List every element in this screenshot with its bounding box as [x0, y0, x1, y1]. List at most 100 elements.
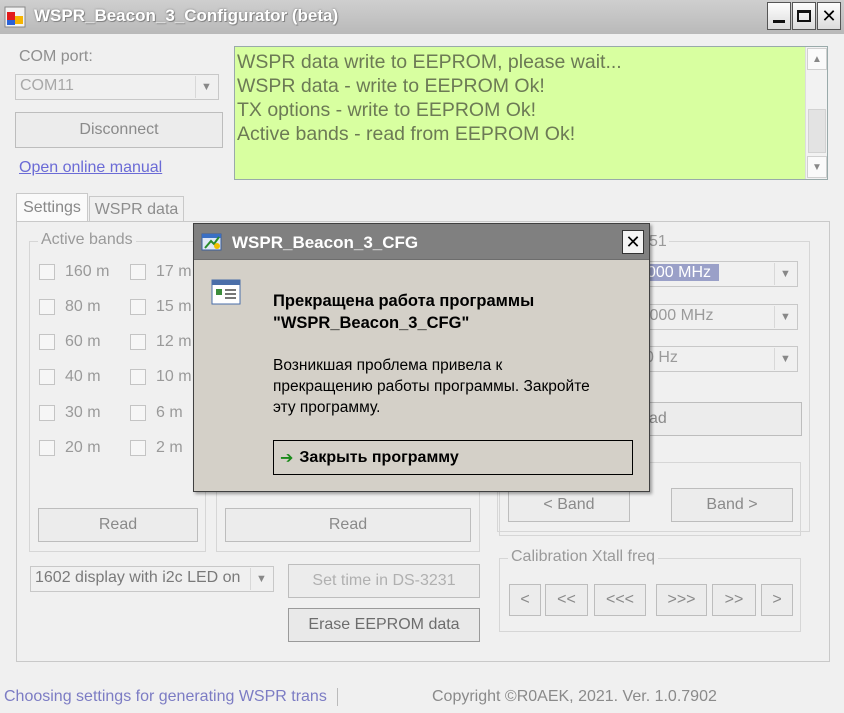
- calibration-step-button[interactable]: <<: [545, 584, 588, 616]
- band-checkbox[interactable]: [39, 440, 55, 456]
- com-port-value: COM11: [20, 77, 74, 94]
- disconnect-label: Disconnect: [79, 121, 159, 138]
- dialog-title-bar: WSPR_Beacon_3_CFG ✕: [194, 224, 649, 260]
- title-bar: WSPR_Beacon_3_Configurator (beta) ✕: [0, 0, 844, 34]
- scroll-down-icon[interactable]: ▼: [807, 156, 827, 178]
- band-label: 30 m: [65, 404, 101, 421]
- minimize-icon: [773, 19, 785, 23]
- tab-settings[interactable]: Settings: [16, 193, 88, 222]
- band-label: 20 m: [65, 439, 101, 456]
- window-icon: [211, 279, 241, 305]
- calibration-step-button[interactable]: >: [761, 584, 793, 616]
- arrow-right-icon: ➔: [280, 449, 294, 467]
- bands-read-button[interactable]: Read: [38, 508, 198, 542]
- set-time-button[interactable]: Set time in DS-3231: [288, 564, 480, 598]
- band-label: 2 m: [156, 439, 183, 456]
- frequency-read-button[interactable]: ad: [640, 402, 802, 436]
- frequency-select-1[interactable]: 000 MHz ▼: [640, 261, 798, 287]
- frequency-read-label: ad: [649, 410, 667, 427]
- erase-eeprom-label: Erase EEPROM data: [308, 616, 460, 633]
- band-checkbox[interactable]: [39, 405, 55, 421]
- band-label: 10 m: [156, 368, 192, 385]
- app-icon: [4, 6, 26, 28]
- open-manual-link[interactable]: Open online manual: [19, 159, 162, 177]
- chevron-down-icon: ▼: [774, 348, 796, 370]
- log-scrollbar[interactable]: ▲ ▼: [805, 47, 827, 179]
- set-time-label: Set time in DS-3231: [312, 572, 456, 589]
- log-lines: WSPR data write to EEPROM, please wait..…: [237, 50, 622, 146]
- frequency-value-2: .000 MHz: [645, 307, 714, 324]
- display-type-select[interactable]: 1602 display with i2c LED on ▼: [30, 566, 274, 592]
- tab-wspr-data[interactable]: WSPR data: [89, 196, 184, 222]
- band-next-button[interactable]: Band >: [671, 488, 793, 522]
- band-checkbox[interactable]: [39, 299, 55, 315]
- scroll-thumb[interactable]: [808, 109, 826, 153]
- log-line: TX options - write to EEPROM Ok!: [237, 99, 537, 121]
- offset-select[interactable]: 0 Hz ▼: [640, 346, 798, 372]
- scroll-up-icon[interactable]: ▲: [807, 48, 827, 70]
- band-prev-label: < Band: [543, 496, 595, 513]
- band-prev-button[interactable]: < Band: [508, 488, 630, 522]
- band-checkbox[interactable]: [130, 369, 146, 385]
- active-bands-group: Active bands: [29, 231, 206, 552]
- close-icon: ✕: [821, 5, 837, 26]
- active-bands-title: Active bands: [38, 231, 136, 249]
- maximize-icon: [797, 10, 811, 22]
- close-icon: ✕: [625, 231, 641, 252]
- com-port-select[interactable]: COM11 ▼: [15, 74, 219, 100]
- dialog-heading-line: Прекращена работа программы: [273, 292, 535, 310]
- calibration-step-label: <: [520, 591, 530, 608]
- dialog-message-line: прекращению работы программы. Закройте: [273, 378, 590, 395]
- tab-settings-label: Settings: [23, 199, 81, 216]
- frequency-select-2[interactable]: .000 MHz ▼: [640, 304, 798, 330]
- dialog-message-line: эту программу.: [273, 399, 381, 416]
- tab-wspr-data-label: WSPR data: [94, 200, 179, 218]
- band-label: 60 m: [65, 333, 101, 350]
- dialog-app-icon: [201, 233, 222, 251]
- log-line: Active bands - read from EEPROM Ok!: [237, 123, 576, 145]
- calibration-step-button[interactable]: >>>: [656, 584, 707, 616]
- band-label: 15 m: [156, 298, 192, 315]
- log-textbox[interactable]: WSPR data write to EEPROM, please wait..…: [234, 46, 828, 180]
- band-checkbox[interactable]: [39, 334, 55, 350]
- chevron-down-icon: ▼: [195, 76, 217, 98]
- maximize-button[interactable]: [792, 2, 816, 30]
- copyright-text: Copyright ©R0AEK, 2021. Ver. 1.0.7902: [432, 688, 717, 705]
- com-port-label: COM port:: [19, 48, 93, 65]
- dialog-heading-line: "WSPR_Beacon_3_CFG": [273, 314, 470, 332]
- chevron-down-icon: ▼: [250, 568, 272, 590]
- dialog-close-button[interactable]: ✕: [622, 230, 644, 254]
- band-checkbox[interactable]: [130, 440, 146, 456]
- window-title: WSPR_Beacon_3_Configurator (beta): [34, 6, 339, 25]
- middle-read-button[interactable]: Read: [225, 508, 471, 542]
- close-program-button[interactable]: ➔ Закрыть программу: [273, 440, 633, 475]
- band-checkbox[interactable]: [39, 369, 55, 385]
- calibration-step-button[interactable]: <: [509, 584, 541, 616]
- dialog-heading: Прекращена работа программы "WSPR_Beacon…: [273, 290, 534, 334]
- calibration-step-button[interactable]: <<<: [594, 584, 646, 616]
- dialog-message-line: Возникшая проблема привела к: [273, 357, 503, 374]
- calibration-title: Calibration Xtall freq: [508, 548, 659, 566]
- band-checkbox[interactable]: [130, 334, 146, 350]
- middle-read-label: Read: [328, 516, 368, 533]
- calibration-step-label: <<<: [605, 591, 635, 608]
- status-bar: Choosing settings for generating WSPR tr…: [0, 681, 844, 713]
- minimize-button[interactable]: [767, 2, 791, 30]
- calibration-step-label: >: [772, 591, 782, 608]
- band-label: 17 m: [156, 263, 192, 280]
- status-message: Choosing settings for generating WSPR tr…: [4, 688, 338, 706]
- calibration-step-button[interactable]: >>: [712, 584, 756, 616]
- band-label: 160 m: [65, 263, 110, 280]
- band-label: 80 m: [65, 298, 101, 315]
- band-checkbox[interactable]: [39, 264, 55, 280]
- band-checkbox[interactable]: [130, 264, 146, 280]
- close-button[interactable]: ✕: [817, 2, 841, 30]
- error-dialog: WSPR_Beacon_3_CFG ✕ Прекращена работа пр…: [193, 223, 650, 492]
- band-checkbox[interactable]: [130, 299, 146, 315]
- band-checkbox[interactable]: [130, 405, 146, 421]
- main-window: WSPR_Beacon_3_Configurator (beta) ✕ COM …: [0, 0, 844, 713]
- disconnect-button[interactable]: Disconnect: [15, 112, 223, 148]
- erase-eeprom-button[interactable]: Erase EEPROM data: [288, 608, 480, 642]
- chevron-down-icon: ▼: [774, 306, 796, 328]
- frequency-value-1: 000 MHz: [645, 264, 720, 281]
